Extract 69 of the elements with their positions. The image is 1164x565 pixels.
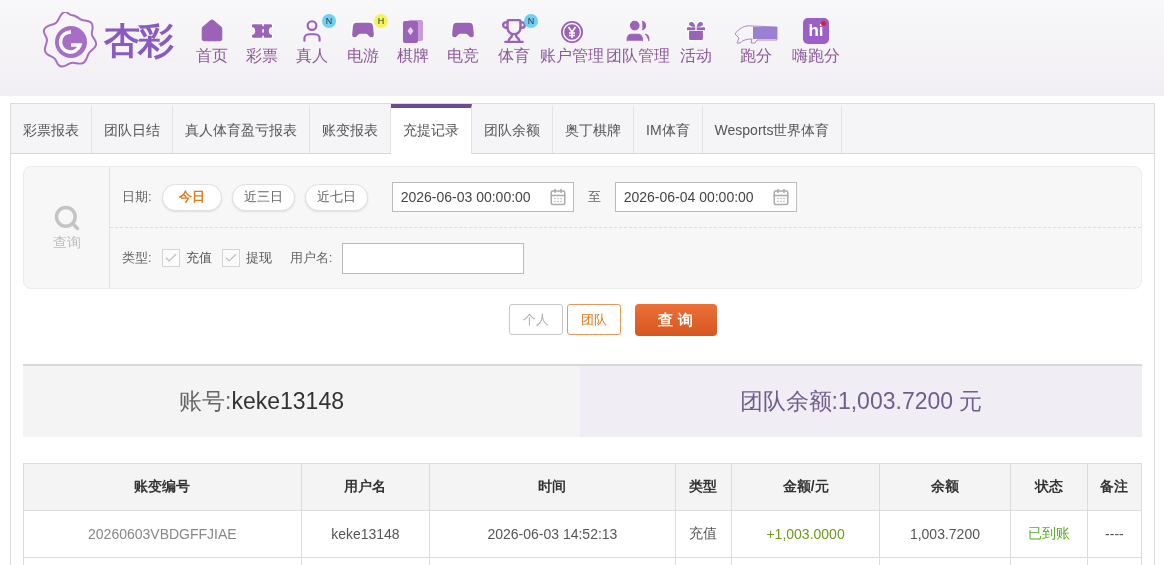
report-tab[interactable]: 团队日结 bbox=[92, 104, 173, 153]
logo-text: 杏彩 bbox=[104, 18, 172, 63]
table-cell: +1,003.0000 bbox=[731, 510, 880, 558]
rhino-logo-icon bbox=[733, 22, 779, 44]
report-tab[interactable]: 团队余额 bbox=[472, 104, 553, 153]
nav-item[interactable]: 彩票 bbox=[238, 18, 286, 67]
nav-badge: N bbox=[524, 14, 538, 28]
account-name: keke13148 bbox=[231, 388, 344, 415]
nav-badge: N bbox=[322, 14, 336, 28]
nav-badge: H bbox=[374, 14, 388, 28]
column-header: 余额 bbox=[879, 463, 1011, 511]
team-balance: 团队余额:1,003.7200 元 bbox=[739, 387, 983, 416]
nav-item[interactable]: 跑分 bbox=[722, 18, 790, 67]
nav-item[interactable]: 活动 bbox=[672, 18, 720, 67]
date-range-button[interactable]: 近七日 bbox=[304, 183, 368, 211]
yen-coin-icon bbox=[560, 20, 584, 44]
username-field[interactable] bbox=[342, 242, 525, 274]
nav-item[interactable]: 电竞 bbox=[438, 18, 488, 67]
nav-item[interactable]: 账户管理 bbox=[540, 18, 604, 67]
date-range-button[interactable]: 近三日 bbox=[231, 183, 295, 211]
checkbox[interactable] bbox=[221, 249, 240, 267]
range-separator: 至 bbox=[587, 188, 601, 206]
users-icon bbox=[625, 18, 651, 44]
checkbox-label: 充值 bbox=[185, 249, 212, 267]
checkbox-label: 提现 bbox=[245, 249, 272, 267]
nav-item[interactable]: 团队管理 bbox=[606, 18, 670, 67]
report-tab[interactable]: 真人体育盈亏报表 bbox=[173, 104, 310, 153]
search-icon bbox=[52, 203, 81, 232]
nav-item[interactable]: 棋牌 bbox=[390, 18, 436, 67]
hi-app-icon: hi bbox=[803, 18, 829, 44]
table-cell: 已到账 bbox=[1010, 510, 1088, 558]
query-button[interactable]: 查 询 bbox=[634, 304, 717, 336]
account-label: 账号: bbox=[179, 387, 232, 416]
nav-item[interactable]: hi 嗨跑分 bbox=[792, 18, 840, 67]
trophy-icon bbox=[501, 18, 527, 44]
column-header: 金额/元 bbox=[731, 463, 880, 511]
type-label: 类型: bbox=[122, 249, 152, 267]
check-icon bbox=[223, 251, 238, 265]
column-header: 备注 bbox=[1087, 463, 1142, 511]
end-date-field[interactable]: 2026-06-04 00:00:00 bbox=[614, 182, 797, 212]
gift-icon bbox=[683, 18, 709, 44]
report-tab[interactable]: IM体育 bbox=[634, 104, 703, 153]
date-label: 日期: bbox=[122, 188, 152, 206]
query-label: 查询 bbox=[52, 233, 81, 252]
column-header: 状态 bbox=[1010, 463, 1088, 511]
checkbox[interactable] bbox=[161, 249, 180, 267]
column-header: 时间 bbox=[429, 463, 676, 511]
report-tab[interactable]: Wesports世界体育 bbox=[702, 104, 843, 153]
cards-icon bbox=[401, 18, 425, 44]
table-cell: 20260603VBDGFFJIAE bbox=[23, 510, 302, 558]
column-header: 账变编号 bbox=[23, 463, 302, 511]
table-cell: keke13148 bbox=[301, 510, 430, 558]
nav-item[interactable]: 首页 bbox=[188, 18, 236, 67]
calendar-icon bbox=[548, 188, 567, 206]
table-cell: 1,003.7200 bbox=[879, 510, 1011, 558]
home-icon bbox=[199, 18, 225, 44]
report-tab[interactable]: 彩票报表 bbox=[11, 104, 92, 153]
username-label: 用户名: bbox=[289, 249, 333, 267]
flower-logo-icon bbox=[42, 12, 100, 70]
table-cell: ---- bbox=[1087, 510, 1142, 558]
start-date-field[interactable]: 2026-06-03 00:00:00 bbox=[391, 182, 574, 212]
report-tab[interactable]: 充提记录 bbox=[391, 104, 472, 154]
table-cell: 充值 bbox=[675, 510, 732, 558]
column-header: 类型 bbox=[675, 463, 732, 511]
check-icon bbox=[163, 251, 178, 265]
column-header: 用户名 bbox=[301, 463, 430, 511]
calendar-icon bbox=[771, 188, 790, 206]
report-tab[interactable]: 奥丁棋牌 bbox=[553, 104, 634, 153]
table-cell: 2026-06-03 14:52:13 bbox=[429, 510, 676, 558]
